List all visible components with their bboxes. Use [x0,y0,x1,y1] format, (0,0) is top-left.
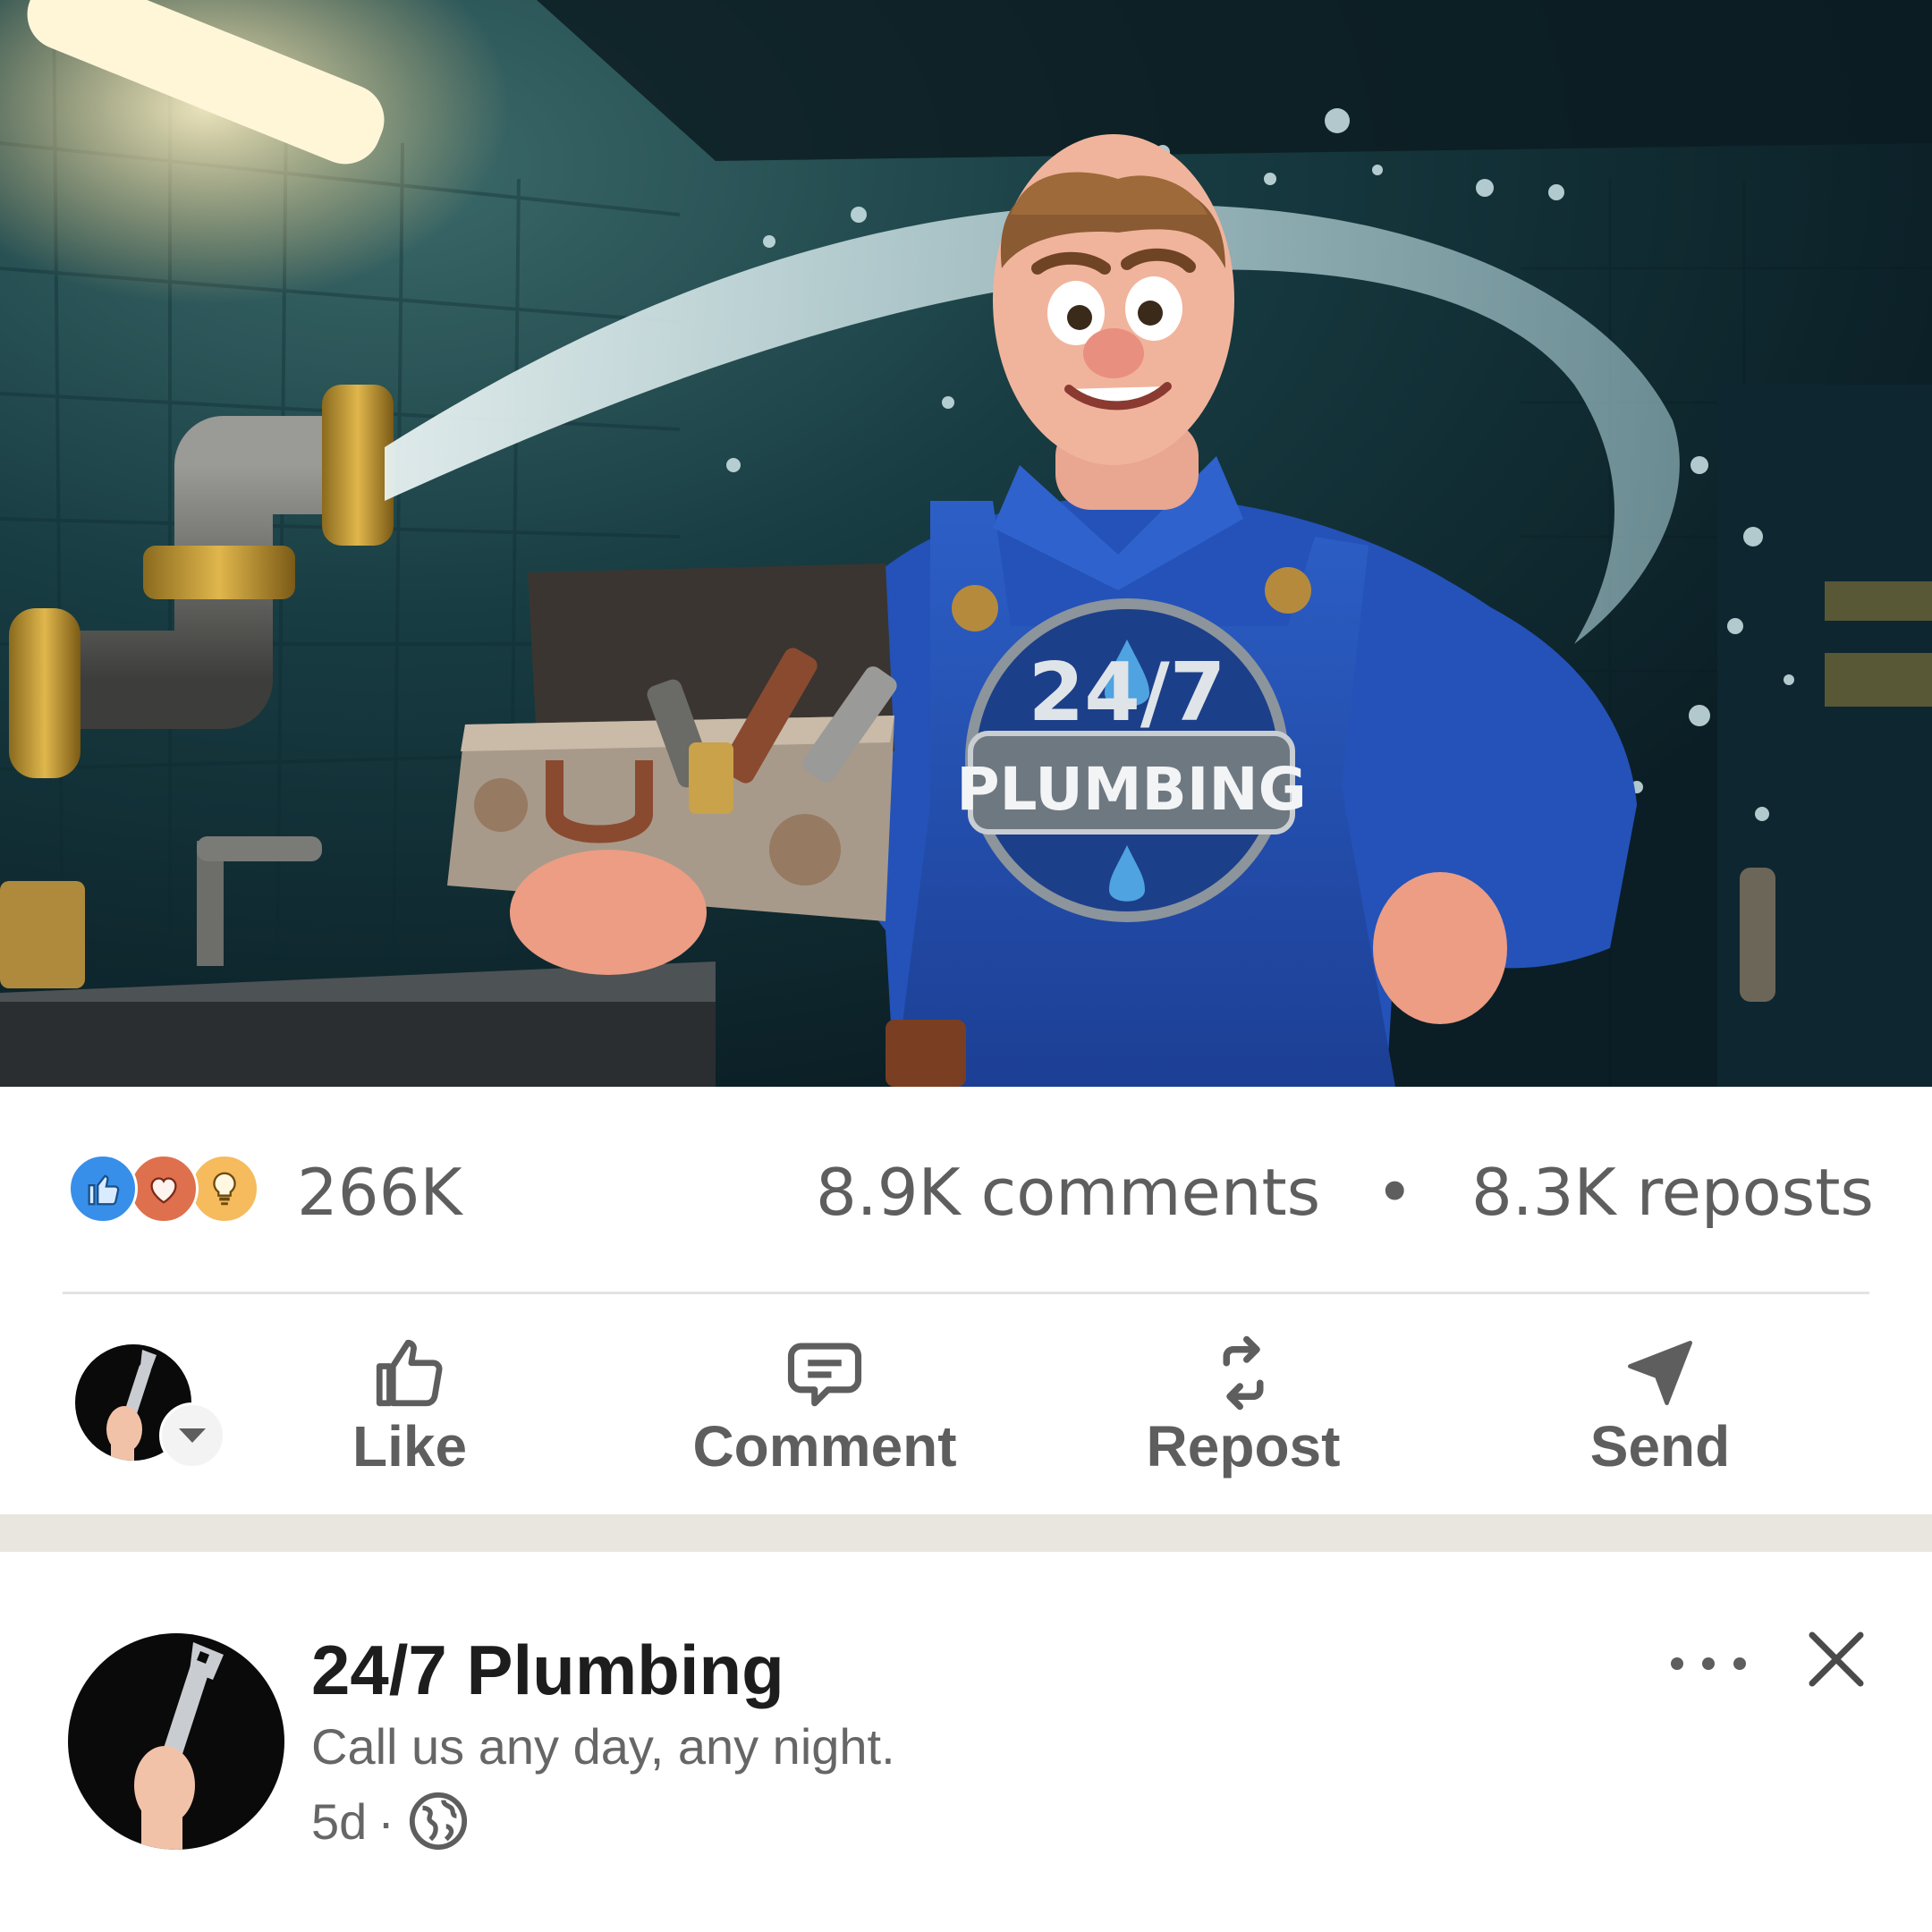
logo-text-247: 24/7 [1029,646,1226,740]
more-options-button[interactable] [1655,1637,1762,1690]
stats-separator: • [1376,1155,1414,1230]
divider [63,1292,1869,1294]
send-button[interactable]: Send [1517,1324,1803,1494]
comment-label: Comment [692,1414,957,1479]
reaction-count[interactable]: 266K [297,1156,462,1229]
caret-down-icon [179,1428,206,1443]
like-reaction-icon [68,1154,138,1224]
send-paper-plane-icon [1620,1333,1700,1418]
like-label: Like [352,1414,468,1479]
post-meta: 5d · [311,1789,470,1853]
author-avatar[interactable] [68,1633,284,1850]
repost-arrows-icon [1203,1333,1284,1418]
author-name[interactable]: 24/7 Plumbing [311,1630,784,1711]
globe-icon [407,1790,470,1852]
post-age: 5d [311,1792,368,1850]
reaction-icons[interactable] [68,1154,265,1227]
repost-count-link[interactable]: 8.3K reposts [1471,1156,1874,1229]
feed-separator [0,1514,1932,1552]
actor-switch-dropdown[interactable] [159,1402,225,1469]
repost-button[interactable]: Repost [1100,1324,1386,1494]
comment-button[interactable]: Comment [682,1324,968,1494]
author-tagline: Call us any day, any night. [311,1718,895,1775]
send-label: Send [1589,1414,1731,1479]
wrench-hand-logo-image [134,1642,224,1850]
close-icon [1809,1631,1864,1687]
love-reaction-icon [129,1154,199,1224]
dismiss-post-button[interactable] [1805,1628,1868,1690]
ellipsis-icon [1671,1657,1746,1670]
post-image[interactable]: 24/7 PLUMBING [0,0,1932,1087]
comment-count-link[interactable]: 8.9K comments [816,1156,1320,1229]
repost-label: Repost [1146,1414,1341,1479]
thumbs-up-icon [369,1333,450,1418]
comment-bubble-icon [784,1333,865,1418]
insightful-reaction-icon [190,1154,259,1224]
like-button[interactable]: Like [267,1324,553,1494]
plumber-illustration: 24/7 PLUMBING [0,0,1932,1087]
logo-text-plumbing: PLUMBING [956,755,1307,824]
meta-separator: · [377,1792,394,1850]
